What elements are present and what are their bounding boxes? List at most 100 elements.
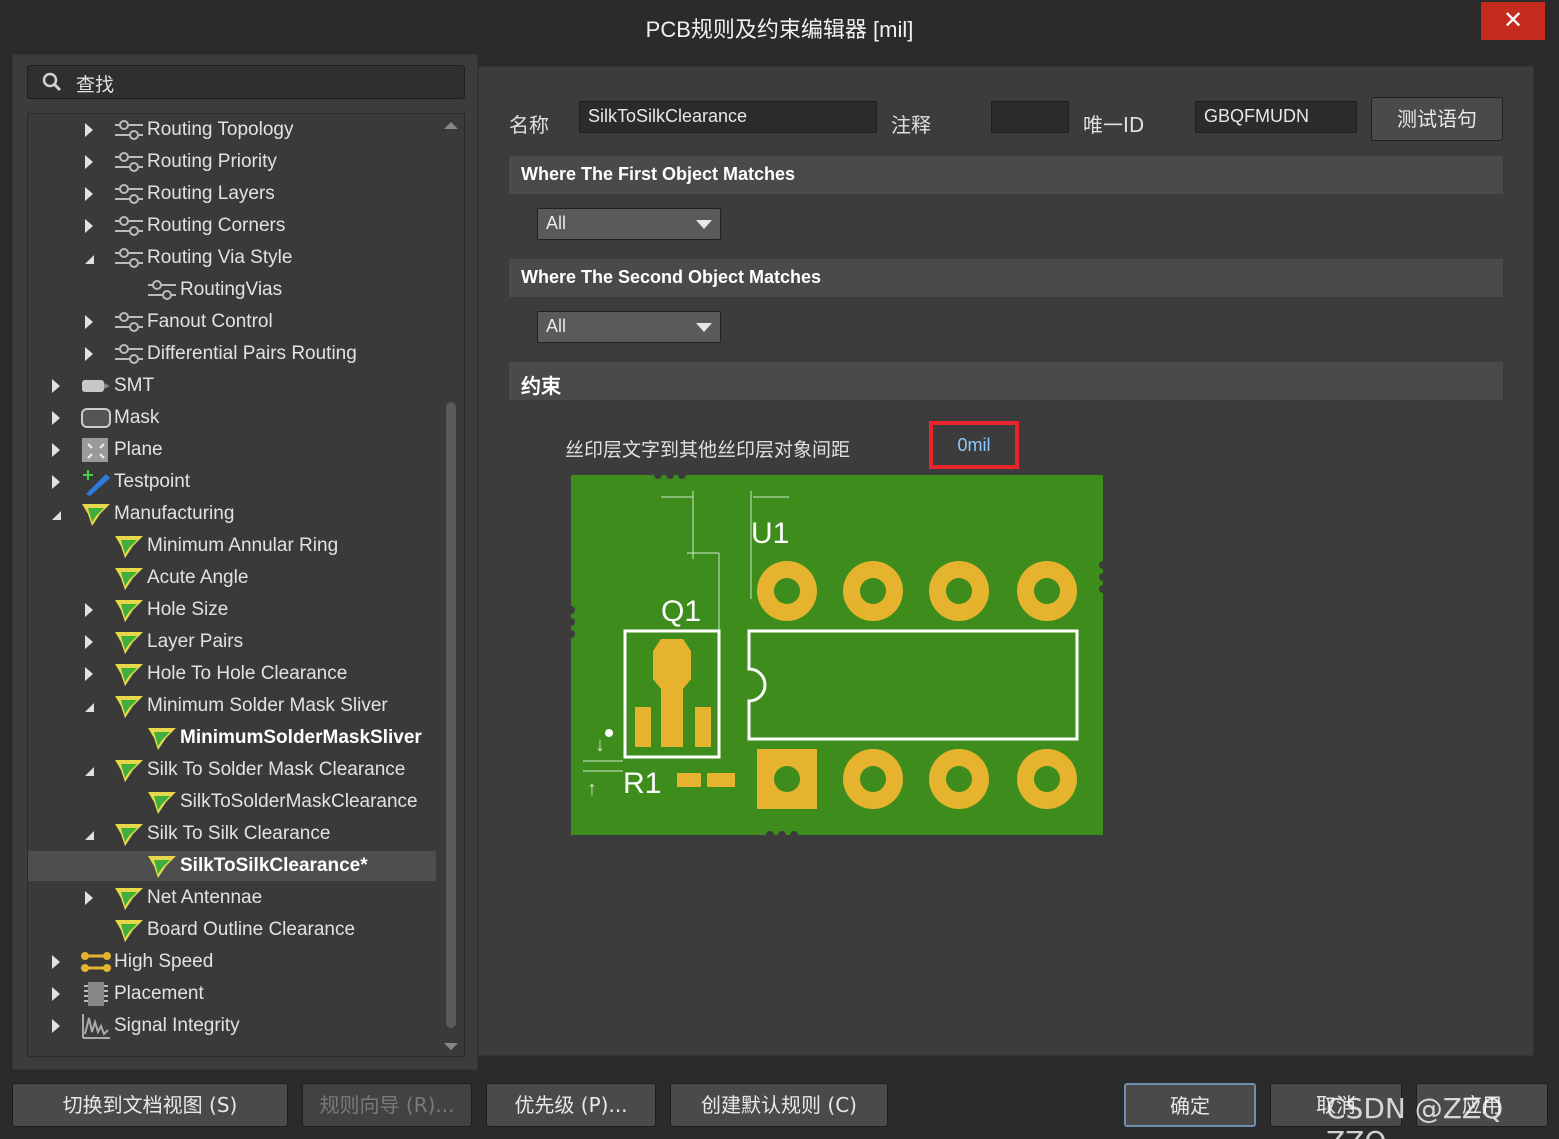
collapse-arrow-icon[interactable]: [85, 255, 94, 264]
tree-item[interactable]: RoutingVias: [28, 275, 436, 305]
rules-tree: Routing Topology Routing Priority Routing …: [27, 113, 465, 1057]
tree-item[interactable]: Placement: [28, 979, 436, 1009]
mask-icon: [80, 404, 112, 432]
tree-item-label: Minimum Solder Mask Sliver: [147, 695, 388, 716]
comment-field[interactable]: [991, 101, 1069, 133]
expand-arrow-icon[interactable]: [85, 123, 93, 137]
tree-item[interactable]: Minimum Solder Mask Sliver: [28, 691, 436, 721]
expand-arrow-icon[interactable]: [52, 475, 60, 489]
clearance-value-input[interactable]: 0mil: [929, 421, 1019, 469]
first-object-select[interactable]: All: [537, 208, 721, 240]
window-title: PCB规则及约束编辑器 [mil]: [645, 17, 914, 42]
test-query-button[interactable]: 测试语句: [1371, 97, 1503, 141]
tree-item[interactable]: Signal Integrity: [28, 1011, 436, 1041]
search-input[interactable]: [76, 70, 456, 96]
tree-item-selected[interactable]: SilkToSilkClearance*: [28, 851, 436, 881]
tree-item-label: Plane: [114, 439, 163, 460]
expand-arrow-icon[interactable]: [52, 987, 60, 1001]
scroll-thumb[interactable]: [446, 402, 456, 1028]
unique-id-field[interactable]: GBQFMUDN: [1195, 101, 1357, 133]
tree-item[interactable]: Plane: [28, 435, 436, 465]
manufacturing-icon: [113, 532, 145, 560]
expand-arrow-icon[interactable]: [85, 667, 93, 681]
expand-arrow-icon[interactable]: [85, 219, 93, 233]
tree-item[interactable]: Hole To Hole Clearance: [28, 659, 436, 689]
tree-item[interactable]: Hole Size: [28, 595, 436, 625]
collapse-arrow-icon[interactable]: [52, 511, 61, 520]
expand-arrow-icon[interactable]: [85, 187, 93, 201]
second-object-select[interactable]: All: [537, 311, 721, 343]
collapse-arrow-icon[interactable]: [85, 703, 94, 712]
tree-item[interactable]: Routing Layers: [28, 179, 436, 209]
constraint-label: 丝印层文字到其他丝印层对象间距: [565, 439, 851, 461]
scroll-up-icon[interactable]: [444, 122, 458, 129]
tree-item[interactable]: Mask: [28, 403, 436, 433]
tree-item[interactable]: Fanout Control: [28, 307, 436, 337]
routing-rule-icon: [113, 148, 145, 176]
q1-label: Q1: [661, 595, 701, 628]
tree-item[interactable]: Routing Corners: [28, 211, 436, 241]
tree-item[interactable]: High Speed: [28, 947, 436, 977]
expand-arrow-icon[interactable]: [85, 603, 93, 617]
tree-item[interactable]: Manufacturing: [28, 499, 436, 529]
manufacturing-icon: [80, 500, 112, 528]
clearance-diagram: ↓ ↑ U1 Q1 R1: [571, 475, 1103, 835]
second-object-header: Where The Second Object Matches: [509, 259, 1503, 297]
first-object-value: All: [546, 213, 567, 233]
manufacturing-icon: [113, 564, 145, 592]
expand-arrow-icon[interactable]: [85, 155, 93, 169]
expand-arrow-icon[interactable]: [52, 443, 60, 457]
rule-name-field[interactable]: SilkToSilkClearance: [579, 101, 877, 133]
tree-item-label: High Speed: [114, 951, 214, 972]
expand-arrow-icon[interactable]: [52, 955, 60, 969]
tree-item-label: Silk To Solder Mask Clearance: [147, 759, 406, 780]
tree-scrollbar[interactable]: [444, 122, 458, 1050]
collapse-arrow-icon[interactable]: [85, 831, 94, 840]
comment-label: 注释: [891, 113, 931, 137]
tree-item[interactable]: Differential Pairs Routing: [28, 339, 436, 369]
tree-item[interactable]: SMT: [28, 371, 436, 401]
expand-arrow-icon[interactable]: [85, 635, 93, 649]
routing-rule-icon: [113, 308, 145, 336]
tree-item[interactable]: Routing Via Style: [28, 243, 436, 273]
tree-item[interactable]: Layer Pairs: [28, 627, 436, 657]
switch-document-view-button[interactable]: 切换到文档视图 (S): [12, 1083, 288, 1127]
tree-item-label: Signal Integrity: [114, 1015, 240, 1036]
expand-arrow-icon[interactable]: [85, 315, 93, 329]
tree-item[interactable]: Routing Priority: [28, 147, 436, 177]
tree-item[interactable]: SilkToSolderMaskClearance: [28, 787, 436, 817]
tree-item-label: Silk To Silk Clearance: [147, 823, 331, 844]
tree-item[interactable]: MinimumSolderMaskSliver: [28, 723, 436, 753]
tree-item[interactable]: Testpoint: [28, 467, 436, 497]
expand-arrow-icon[interactable]: [52, 1019, 60, 1033]
second-object-value: All: [546, 316, 567, 336]
routing-rule-icon: [113, 212, 145, 240]
search-box[interactable]: [27, 65, 465, 99]
collapse-arrow-icon[interactable]: [85, 767, 94, 776]
expand-arrow-icon[interactable]: [52, 411, 60, 425]
manufacturing-icon: [113, 756, 145, 784]
routing-rule-icon: [113, 116, 145, 144]
tree-item[interactable]: Minimum Annular Ring: [28, 531, 436, 561]
close-button[interactable]: ✕: [1481, 2, 1545, 40]
tree-item[interactable]: Silk To Silk Clearance: [28, 819, 436, 849]
placement-icon: [80, 980, 112, 1008]
expand-arrow-icon[interactable]: [85, 347, 93, 361]
scroll-down-icon[interactable]: [444, 1043, 458, 1050]
rule-wizard-button[interactable]: 规则向导 (R)...: [302, 1083, 472, 1127]
tree-item-label: Hole To Hole Clearance: [147, 663, 348, 684]
ok-button[interactable]: 确定: [1124, 1083, 1256, 1127]
create-default-rules-button[interactable]: 创建默认规则 (C): [670, 1083, 888, 1127]
tree-item-label: RoutingVias: [180, 279, 283, 300]
high-speed-icon: [80, 948, 112, 976]
expand-arrow-icon[interactable]: [52, 379, 60, 393]
tree-item[interactable]: Net Antennae: [28, 883, 436, 913]
tree-item-label: Layer Pairs: [147, 631, 244, 652]
tree-item[interactable]: Acute Angle: [28, 563, 436, 593]
tree-item[interactable]: Routing Topology: [28, 115, 436, 145]
plane-icon: [80, 436, 112, 464]
tree-item[interactable]: Board Outline Clearance: [28, 915, 436, 945]
priority-button[interactable]: 优先级 (P)...: [486, 1083, 656, 1127]
tree-item[interactable]: Silk To Solder Mask Clearance: [28, 755, 436, 785]
expand-arrow-icon[interactable]: [85, 891, 93, 905]
